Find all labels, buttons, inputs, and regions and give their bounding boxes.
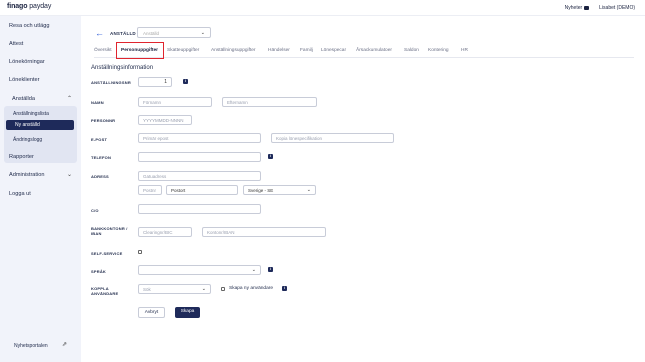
sidebar-item-salary-clients[interactable]: Löneklienter [9,77,39,83]
sidebar-item-employee-list[interactable]: Anställningslista [13,111,49,117]
news-link[interactable]: Nyheter [565,5,590,11]
section-title: Anställningsinformation [91,65,154,71]
bank-label-line-2: IBAN [91,231,102,236]
language-label: SPRÅK [91,269,107,274]
personal-no-input[interactable]: YYYYMMDD-NNNN [138,115,192,125]
last-name-input[interactable]: Efternamn [222,97,317,107]
user-search-select[interactable]: Sök ⌄ [138,284,211,294]
logo-product: payday [27,3,52,10]
sidebar-item-news-portal[interactable]: Nyhetsportalen [14,343,48,349]
news-icon [584,5,590,10]
info-icon[interactable]: i [282,286,287,291]
tab-events[interactable]: Händelser [268,48,290,53]
tab-bar: Översikt Personuppgifter Skatteuppgifter… [94,46,634,58]
self-service-checkbox[interactable] [138,250,142,254]
link-user-label: KOPPLA ANVÄNDARE [91,286,118,296]
sidebar: Resa och utlägg Attest Lönekörningar Lön… [0,16,81,362]
primary-email-input[interactable]: Primär epost [138,133,261,143]
sidebar-item-travel[interactable]: Resa och utlägg [9,23,49,29]
create-button[interactable]: Skapa [175,307,200,318]
tab-accounting[interactable]: Kontering [428,48,449,53]
street-input[interactable]: Gatuadress [138,171,261,181]
chevron-down-icon: ⌄ [251,267,256,273]
user-search-placeholder: Sök [143,287,151,292]
tab-employment-info[interactable]: Anställningsuppgifter [211,48,256,53]
sidebar-item-attest[interactable]: Attest [9,41,23,47]
language-select[interactable]: ⌄ [138,265,261,275]
tab-payslips[interactable]: Lönespecar [321,48,346,53]
sidebar-item-logout[interactable]: Logga ut [9,191,31,197]
sidebar-item-reports[interactable]: Rapporter [9,154,34,160]
city-input[interactable]: Postort [166,185,238,195]
employee-select[interactable]: Anställd ⌄ [137,27,211,38]
account-input[interactable]: Kontonr/IBAN [202,227,326,237]
co-input[interactable] [138,204,261,214]
external-link-icon[interactable]: ⇗ [62,341,67,348]
tab-highlight-box [116,42,164,59]
chevron-down-icon: ⌄ [201,286,206,292]
clearing-input[interactable]: Clearingnr/BIC [138,227,192,237]
sidebar-item-change-log[interactable]: Ändringslogg [13,137,42,143]
logo-brand: finago [7,3,28,10]
create-user-label: Skapa ny användare [229,286,274,291]
name-label: NAMN [91,100,104,105]
info-icon[interactable]: i [268,267,273,272]
employment-no-field[interactable]: 1 [138,77,172,87]
user-menu[interactable]: Lisabet (DEMO) [599,5,635,11]
phone-label: TELEFON [91,155,112,160]
employee-select-placeholder: Anställd [143,31,160,36]
back-arrow-icon[interactable]: ← [95,28,104,38]
self-service-label: SELF-SERVICE [91,251,123,256]
phone-input[interactable] [138,152,261,162]
tab-overview[interactable]: Översikt [94,48,112,53]
finago-logo[interactable]: finago payday [7,3,51,10]
tab-tax-info[interactable]: Skatteuppgifter [167,48,199,53]
chevron-down-icon[interactable]: ⌄ [67,171,72,178]
co-label: C/O [91,208,99,213]
country-select[interactable]: Sverige - SE ⌄ [243,185,316,195]
email-label: E-POST [91,137,108,142]
tab-annual-accumulators[interactable]: Årsackumulatoer [356,48,392,53]
tab-family[interactable]: Familj [300,48,313,53]
create-user-checkbox[interactable] [221,287,225,291]
address-label: ADRESS [91,174,109,179]
chevron-down-icon: ⌄ [306,187,311,193]
tab-hr[interactable]: HR [461,48,468,53]
top-bar: finago payday Nyheter Lisabet (DEMO) [0,0,645,16]
sidebar-item-employees[interactable]: Anställda [12,96,35,102]
link-user-label-line-2: ANVÄNDARE [91,291,119,296]
chevron-down-icon: ⌄ [200,30,205,36]
chevron-up-icon[interactable]: ⌃ [67,95,72,102]
bank-label: BANKKONTONR / IBAN [91,226,128,236]
first-name-input[interactable]: Förnamn [138,97,212,107]
country-select-value: Sverige - SE [248,188,274,193]
info-icon[interactable]: i [183,79,188,84]
sidebar-item-salary-runs[interactable]: Lönekörningar [9,59,45,65]
cancel-button[interactable]: Avbryt [138,307,165,318]
main-content: ← ANSTÄLLD Anställd ⌄ Översikt Personuppg… [81,16,645,362]
personal-no-label: PERSONNR [91,118,116,123]
sidebar-item-administration[interactable]: Administration [9,172,44,178]
info-icon[interactable]: i [268,154,273,159]
copy-email-input[interactable]: Kopia lönespecifikation [271,133,394,143]
tab-balances[interactable]: Saldon [404,48,419,53]
employment-no-label: ANSTÄLLNINGSNR [91,80,131,85]
postal-no-input[interactable]: Postnr [138,185,162,195]
sidebar-item-new-employee[interactable]: Ny anställd [6,120,74,130]
news-label: Nyheter [564,5,583,11]
employment-no-value: 1 [164,79,167,85]
employee-label: ANSTÄLLD [110,31,136,36]
